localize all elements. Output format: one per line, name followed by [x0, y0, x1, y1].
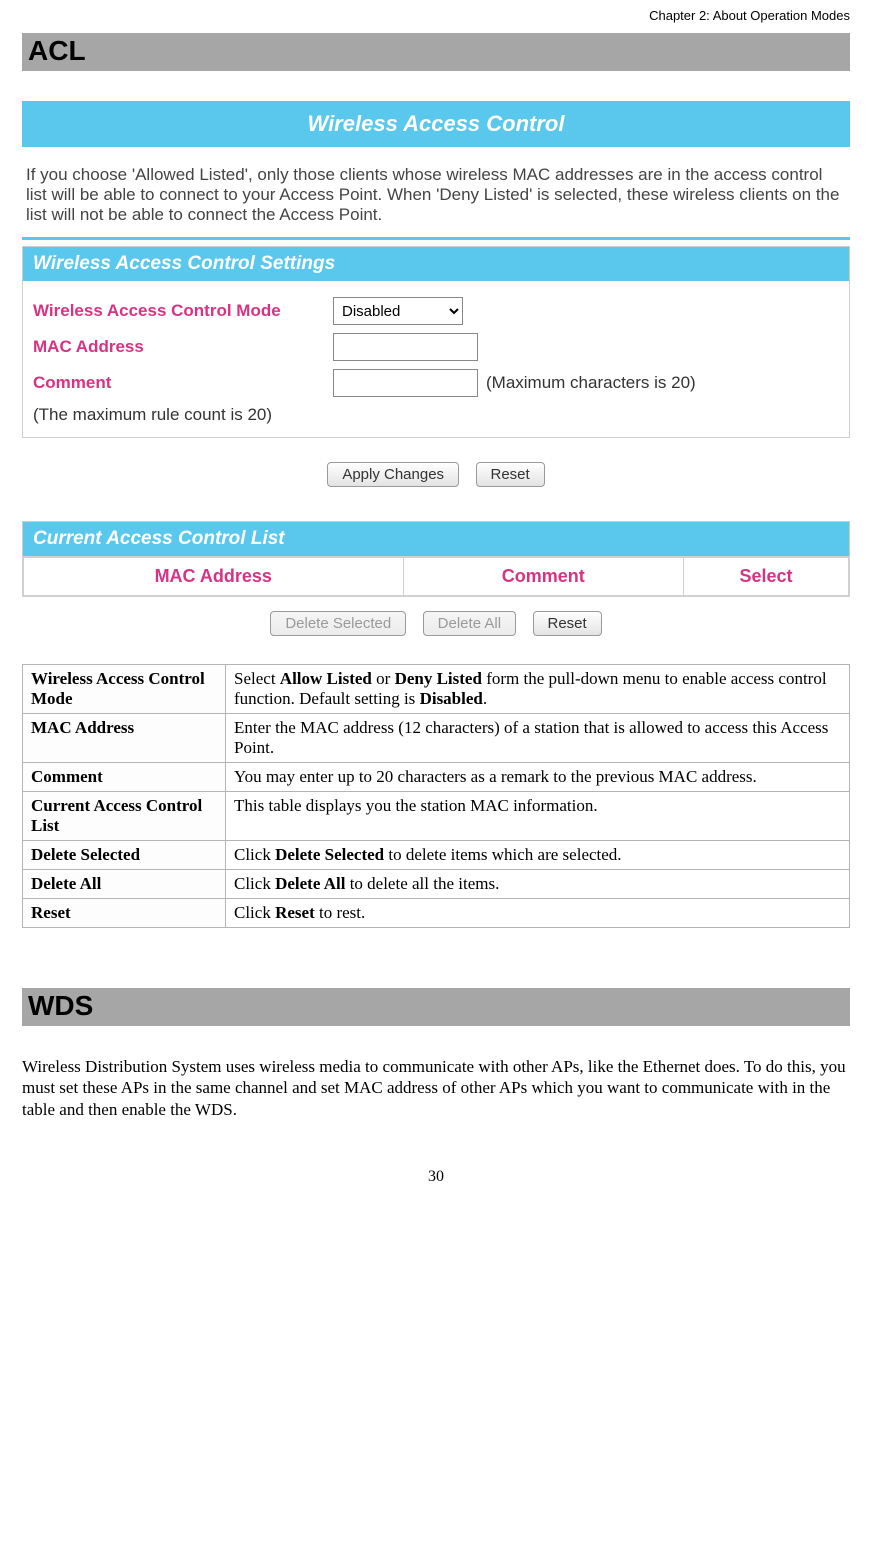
cell-key: Reset — [23, 899, 226, 928]
cell-value: Click Reset to rest. — [226, 899, 850, 928]
table-row: Current Access Control List This table d… — [23, 792, 850, 841]
cell-value: Enter the MAC address (12 characters) of… — [226, 714, 850, 763]
cell-value: Click Delete Selected to delete items wh… — [226, 841, 850, 870]
table-row: Delete Selected Click Delete Selected to… — [23, 841, 850, 870]
wireless-access-control-figure: Wireless Access Control If you choose 'A… — [22, 101, 850, 636]
wds-paragraph: Wireless Distribution System uses wirele… — [22, 1056, 850, 1120]
delete-all-button[interactable]: Delete All — [423, 611, 516, 636]
row-comment: Comment (Maximum characters is 20) — [33, 369, 839, 397]
col-mac-address: MAC Address — [24, 558, 404, 596]
cell-key: MAC Address — [23, 714, 226, 763]
table-row: Reset Click Reset to rest. — [23, 899, 850, 928]
cell-key: Comment — [23, 763, 226, 792]
description-table: Wireless Access Control Mode Select Allo… — [22, 664, 850, 928]
input-mac-address[interactable] — [333, 333, 478, 361]
input-comment[interactable] — [333, 369, 478, 397]
cell-value: Select Allow Listed or Deny Listed form … — [226, 665, 850, 714]
reset-button[interactable]: Reset — [476, 462, 545, 487]
list-button-row: Delete Selected Delete All Reset — [22, 611, 850, 636]
select-access-control-mode[interactable]: Disabled — [333, 297, 463, 325]
page-number: 30 — [22, 1168, 850, 1186]
cell-key: Current Access Control List — [23, 792, 226, 841]
table-row: Delete All Click Delete All to delete al… — [23, 870, 850, 899]
table-header-row: MAC Address Comment Select — [24, 558, 849, 596]
rule-count-note: (The maximum rule count is 20) — [33, 405, 839, 425]
chapter-header: Chapter 2: About Operation Modes — [22, 8, 850, 23]
label-access-control-mode: Wireless Access Control Mode — [33, 301, 333, 321]
hint-comment-max: (Maximum characters is 20) — [486, 373, 696, 393]
row-mac-address: MAC Address — [33, 333, 839, 361]
settings-button-row: Apply Changes Reset — [22, 462, 850, 487]
section-heading-wds: WDS — [22, 988, 850, 1026]
wac-banner-title: Wireless Access Control — [22, 101, 850, 147]
apply-changes-button[interactable]: Apply Changes — [327, 462, 459, 487]
current-list-table: MAC Address Comment Select — [23, 557, 849, 596]
col-select: Select — [684, 558, 849, 596]
cell-key: Delete Selected — [23, 841, 226, 870]
list-reset-button[interactable]: Reset — [533, 611, 602, 636]
table-row: MAC Address Enter the MAC address (12 ch… — [23, 714, 850, 763]
row-access-control-mode: Wireless Access Control Mode Disabled — [33, 297, 839, 325]
table-row: Comment You may enter up to 20 character… — [23, 763, 850, 792]
cell-value: You may enter up to 20 characters as a r… — [226, 763, 850, 792]
label-mac-address: MAC Address — [33, 337, 333, 357]
col-comment: Comment — [403, 558, 684, 596]
label-comment: Comment — [33, 373, 333, 393]
cell-key: Wireless Access Control Mode — [23, 665, 226, 714]
cell-key: Delete All — [23, 870, 226, 899]
settings-panel-body: Wireless Access Control Mode Disabled MA… — [22, 281, 850, 438]
wac-intro-text: If you choose 'Allowed Listed', only tho… — [22, 165, 850, 240]
current-list-panel-header: Current Access Control List — [22, 521, 850, 556]
delete-selected-button[interactable]: Delete Selected — [270, 611, 406, 636]
table-row: Wireless Access Control Mode Select Allo… — [23, 665, 850, 714]
current-list-table-wrap: MAC Address Comment Select — [22, 556, 850, 597]
section-heading-acl: ACL — [22, 33, 850, 71]
cell-value: Click Delete All to delete all the items… — [226, 870, 850, 899]
cell-value: This table displays you the station MAC … — [226, 792, 850, 841]
settings-panel-header: Wireless Access Control Settings — [22, 246, 850, 281]
